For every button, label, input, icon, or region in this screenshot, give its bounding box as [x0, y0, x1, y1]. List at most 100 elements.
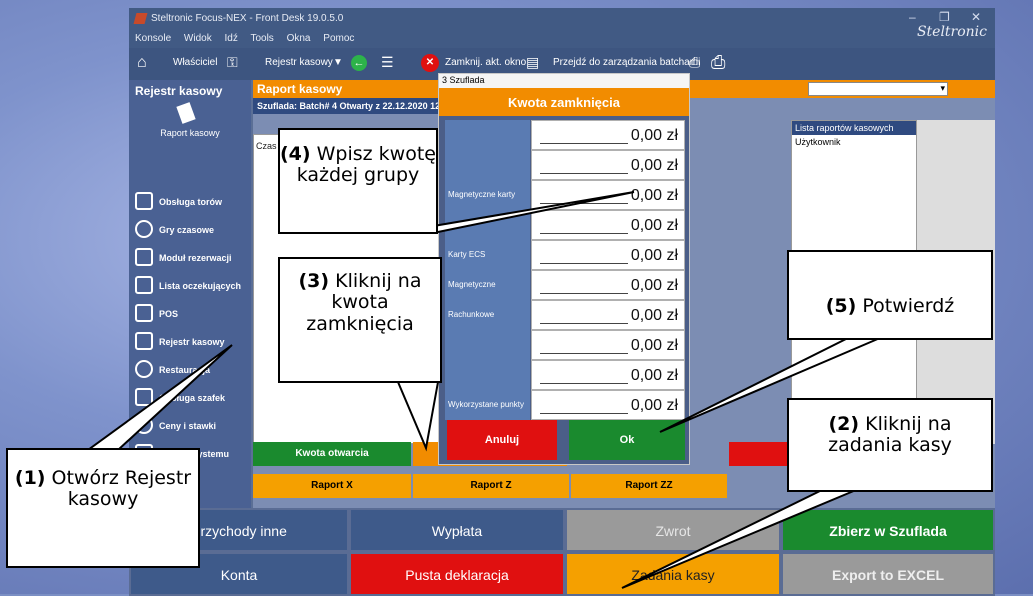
amount-row: 0,00 zł: [445, 330, 685, 360]
register-menu-button[interactable]: Rejestr kasowy: [265, 57, 333, 68]
printer-icon[interactable]: ▤: [526, 54, 539, 71]
amount-row: Karty ECS 0,00 zł: [445, 240, 685, 270]
amount-input[interactable]: 0,00 zł: [531, 150, 685, 180]
callout-text: Otwórz Rejestr kasowy: [51, 467, 192, 511]
sidebar-item-cash-register[interactable]: Rejestr kasowy: [129, 328, 251, 356]
callout-text: Wpisz kwotę każdej grupy: [296, 143, 436, 187]
amount-row-label: [445, 120, 530, 150]
cash-tasks-button[interactable]: Zadania kasy: [565, 552, 781, 596]
close-window-icon[interactable]: ✕: [421, 54, 439, 72]
amount-input[interactable]: 0,00 zł: [531, 270, 685, 300]
dialog-title: Kwota zamknięcia: [439, 88, 689, 116]
amount-input[interactable]: 0,00 zł: [531, 120, 685, 150]
callout-number: (1): [14, 467, 46, 489]
amount-row-label: [445, 330, 530, 360]
menu-tools[interactable]: Tools: [250, 33, 273, 44]
clock-icon: [135, 220, 153, 238]
sidebar-item-label: Ceny i stawki: [159, 421, 217, 431]
sidebar-item-pos[interactable]: POS: [129, 300, 251, 328]
sidebar-item-timed-games[interactable]: Gry czasowe: [129, 216, 251, 244]
amount-input[interactable]: 0,00 zł: [531, 330, 685, 360]
sidebar-item-label: Obsługa torów: [159, 197, 222, 207]
list-header: Lista raportów kasowych: [792, 121, 916, 135]
cash-register-icon: [135, 332, 153, 350]
sidebar-item-lanes[interactable]: Obsługa torów: [129, 188, 251, 216]
grid-icon[interactable]: ☰: [381, 54, 394, 71]
empty-declaration-button[interactable]: Pusta deklaracja: [349, 552, 565, 596]
amount-row-label: Magnetyczne karty: [445, 180, 530, 210]
amount-input[interactable]: 0,00 zł: [531, 240, 685, 270]
amount-input[interactable]: 0,00 zł: [531, 360, 685, 390]
sidebar-item-lockers[interactable]: Obsługa szafek: [129, 384, 251, 412]
sidebar-item-label: Moduł rezerwacji: [159, 253, 232, 263]
app-logo-icon: [133, 13, 148, 24]
amount-row-label: Magnetyczne: [445, 270, 530, 300]
open-amount-button[interactable]: Kwota otwarcia: [253, 442, 411, 466]
amount-value: 0,00 zł: [630, 187, 678, 204]
report-dropdown[interactable]: ▾: [808, 82, 948, 96]
amount-input[interactable]: 0,00 zł: [531, 180, 685, 210]
sidebar-item-restaurant[interactable]: Restauracja: [129, 356, 251, 384]
close-icon[interactable]: ✕: [971, 10, 981, 24]
amount-value: 0,00 zł: [630, 337, 678, 354]
sidebar-report-label[interactable]: Raport kasowy: [129, 128, 251, 138]
menu-bar: Konsole Widok Idź Tools Okna Pomoc: [129, 30, 995, 48]
callout-step-3: (3) Kliknij na kwota zamknięcia: [278, 257, 442, 383]
refund-button[interactable]: Zwrot: [565, 508, 781, 552]
sidebar-item-reservations[interactable]: Moduł rezerwacji: [129, 244, 251, 272]
menu-pomoc[interactable]: Pomoc: [323, 33, 354, 44]
sidebar-item-label: POS: [159, 309, 179, 319]
locker-icon: [135, 388, 153, 406]
raport-zz-button[interactable]: Raport ZZ: [571, 474, 727, 498]
cancel-button[interactable]: Anuluj: [447, 420, 557, 460]
collect-drawer-button[interactable]: Zbierz w Szuflada: [781, 508, 995, 552]
raport-x-button[interactable]: Raport X: [253, 474, 411, 498]
title-bar: Steltronic Focus-NEX - Front Desk 19.0.5…: [129, 8, 995, 30]
sidebar-item-waiting-list[interactable]: Lista oczekujących: [129, 272, 251, 300]
menu-idz[interactable]: Idź: [225, 33, 238, 44]
raport-z-button[interactable]: Raport Z: [413, 474, 569, 498]
back-arrow-icon[interactable]: ←: [351, 55, 367, 71]
brand-logo: Steltronic: [916, 24, 987, 40]
amount-row-label: Wykorzystane punkty: [445, 390, 530, 420]
key-icon[interactable]: ⚿: [227, 54, 238, 71]
amount-input[interactable]: 0,00 zł: [531, 390, 685, 420]
owner-label[interactable]: Właściciel: [173, 57, 217, 68]
amount-value: 0,00 zł: [630, 397, 678, 414]
ok-button[interactable]: Ok: [569, 420, 685, 460]
amount-input[interactable]: 0,00 zł: [531, 210, 685, 240]
amount-value: 0,00 zł: [630, 277, 678, 294]
sidebar: Rejestr kasowy Raport kasowy Obsługa tor…: [129, 80, 251, 510]
user-column-header: Użytkownik: [795, 137, 841, 147]
restore-icon[interactable]: ❐: [939, 10, 950, 24]
report-icon[interactable]: [176, 102, 196, 124]
minimize-icon[interactable]: –: [909, 10, 916, 24]
print-large-icon[interactable]: ⎙: [711, 52, 725, 73]
list-icon: [135, 276, 153, 294]
callout-step-5: (5) Potwierdź: [787, 250, 993, 340]
amount-value: 0,00 zł: [630, 217, 678, 234]
callout-step-1: (1) Otwórz Rejestr kasowy: [6, 448, 200, 568]
menu-okna[interactable]: Okna: [287, 33, 311, 44]
home-icon[interactable]: ⌂: [137, 54, 147, 72]
amount-row: Rachunkowe 0,00 zł: [445, 300, 685, 330]
amount-row: 0,00 zł: [445, 120, 685, 150]
pos-icon: [135, 304, 153, 322]
menu-konsole[interactable]: Konsole: [135, 33, 171, 44]
print-icon[interactable]: ⎙: [689, 54, 700, 71]
amount-row-label: [445, 150, 530, 180]
batches-button[interactable]: Przejdź do zarządzania batchami: [553, 57, 700, 68]
callout-step-4: (4) Wpisz kwotę każdej grupy: [278, 128, 438, 234]
chevron-down-icon[interactable]: ▼: [333, 57, 343, 68]
sidebar-item-label: Restauracja: [159, 365, 211, 375]
callout-number: (4): [280, 143, 311, 165]
window-title: Steltronic Focus-NEX - Front Desk 19.0.5…: [151, 13, 344, 24]
payout-button[interactable]: Wypłata: [349, 508, 565, 552]
amount-input[interactable]: 0,00 zł: [531, 300, 685, 330]
menu-widok[interactable]: Widok: [184, 33, 212, 44]
sidebar-item-prices[interactable]: Ceny i stawki: [129, 412, 251, 440]
close-window-button[interactable]: Zamknij. akt. okno: [445, 57, 526, 68]
export-excel-button[interactable]: Export to EXCEL: [781, 552, 995, 596]
amount-row: Magnetyczne 0,00 zł: [445, 270, 685, 300]
price-icon: [135, 416, 153, 434]
